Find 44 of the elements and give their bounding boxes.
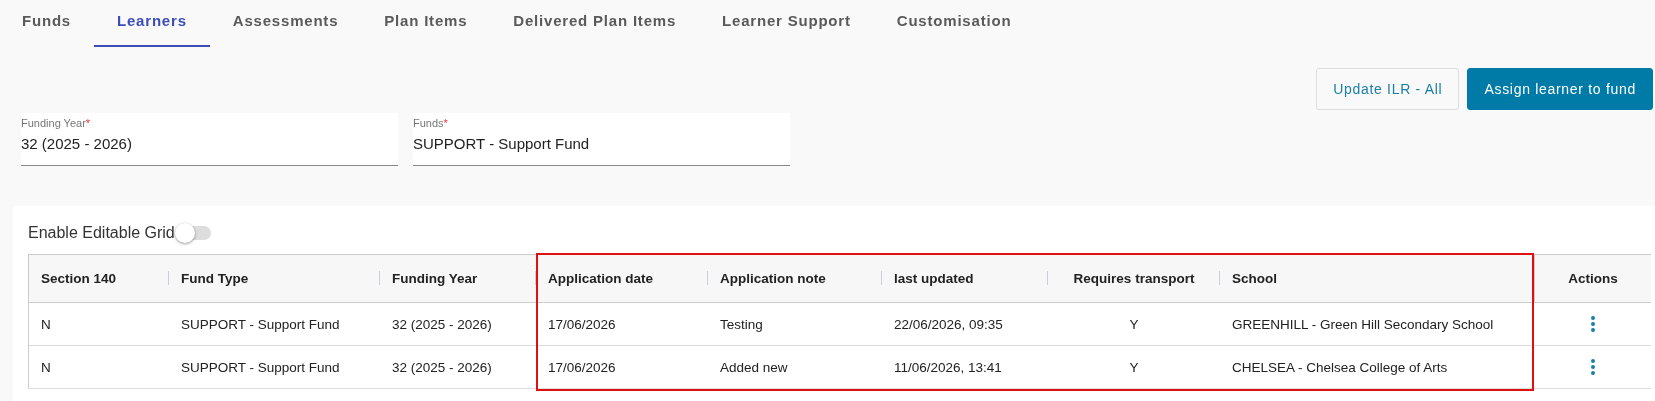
column-header: Actions <box>1534 255 1651 302</box>
column-header: School <box>1231 270 1278 288</box>
assign-button[interactable]: Assign learner to fund <box>1467 68 1653 110</box>
table-cell-text: 11/06/2026, 13:41 <box>893 358 1003 377</box>
table-cell-text: 32 (2025 - 2026) <box>391 315 493 334</box>
column-header: Section 140 <box>29 255 169 302</box>
field-label: Funding Year* <box>21 117 92 129</box>
table-cell-text: 17/06/2026 <box>547 358 617 377</box>
update-button[interactable]: Update ILR - All <box>1316 68 1460 110</box>
column-header: Application note <box>708 255 882 302</box>
tab[interactable]: Delivered Plan Items <box>490 0 700 47</box>
tab[interactable]: Plan Items <box>361 0 491 47</box>
select-field[interactable]: Funding Year* 32 (2025 - 2026) <box>21 113 398 166</box>
field-value: SUPPORT - Support Fund <box>413 135 591 152</box>
column-header: Requires transport <box>1048 255 1220 302</box>
column-header: Fund Type <box>169 255 380 302</box>
table-cell-text: SUPPORT - Support Fund <box>180 315 341 334</box>
more-options-icon[interactable] <box>1590 359 1595 375</box>
field-value: 32 (2025 - 2026) <box>21 135 133 152</box>
tab[interactable]: Customisation <box>873 0 1035 47</box>
more-options-icon[interactable] <box>1590 316 1595 332</box>
table-cell-text: GREENHILL - Green Hill Secondary School <box>1231 315 1495 334</box>
toggle-switch[interactable] <box>176 226 211 240</box>
table-cell-text: 17/06/2026 <box>547 315 617 334</box>
tab[interactable]: Assessments <box>209 0 362 47</box>
table-cell-text: Y <box>1128 315 1140 334</box>
table-cell-text: CHELSEA - Chelsea College of Arts <box>1231 358 1449 377</box>
tab[interactable]: Learner Support <box>699 0 874 47</box>
table-cell-text: N <box>40 358 52 377</box>
select-field[interactable]: Funds* SUPPORT - Support Fund <box>413 113 790 166</box>
field-label: Funds* <box>413 117 449 129</box>
column-header: Application date <box>536 255 708 302</box>
table-cell-text: Added new <box>719 358 789 377</box>
table-cell-text: Testing <box>719 315 764 334</box>
table-cell-text: Y <box>1128 358 1140 377</box>
table-cell-text: 32 (2025 - 2026) <box>391 358 493 377</box>
tab[interactable]: Learners <box>94 0 210 47</box>
tab[interactable]: Funds <box>0 0 94 47</box>
toggle-label: Enable Editable Grid <box>28 224 175 242</box>
table-cell-text: SUPPORT - Support Fund <box>180 358 341 377</box>
column-header: Funding Year <box>380 255 536 302</box>
table-cell-text: N <box>40 315 52 334</box>
table-cell-text: 22/06/2026, 09:35 <box>893 315 1004 334</box>
column-header: last updated <box>882 255 1048 302</box>
